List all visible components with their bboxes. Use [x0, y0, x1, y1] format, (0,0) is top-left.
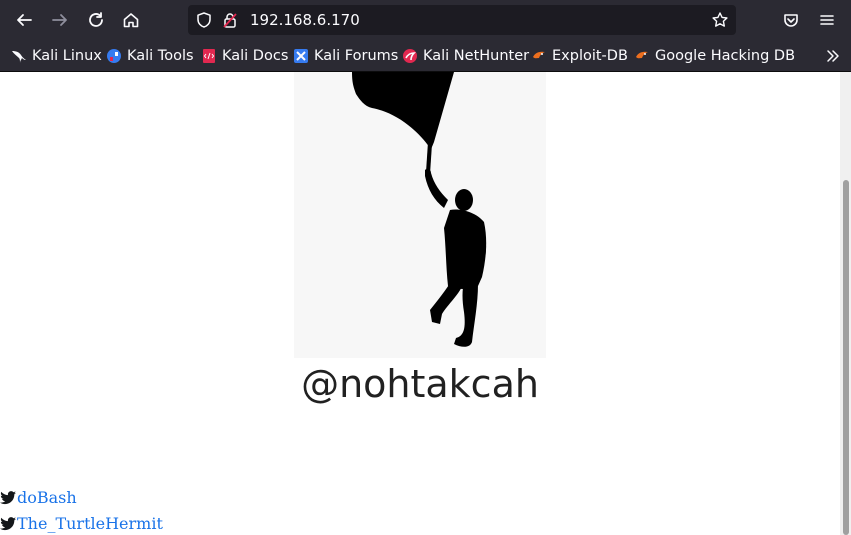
twitter-link[interactable]: doBash	[17, 488, 77, 507]
kali-dragon-icon	[11, 48, 27, 64]
pocket-button[interactable]	[776, 5, 806, 35]
bookmarks-toolbar: Kali Linux Kali Tools Kali Docs Kali For…	[0, 41, 851, 72]
page-content: @nohtakcah doBash The_TurtleHermit	[0, 72, 840, 535]
nethunter-icon	[402, 48, 418, 64]
shield-icon[interactable]	[194, 10, 214, 30]
menu-button[interactable]	[812, 5, 842, 35]
bookmark-label: Exploit-DB	[552, 48, 628, 64]
scrollbar-thumb[interactable]	[843, 180, 849, 535]
exploit-db-icon	[531, 48, 547, 64]
back-button[interactable]	[9, 5, 39, 35]
kali-tools-icon	[106, 48, 122, 64]
bookmark-kali-docs[interactable]: Kali Docs	[201, 45, 288, 67]
bookmark-google-hacking-db[interactable]: Google Hacking DB	[634, 45, 795, 67]
twitter-handle-heading: @nohtakcah	[301, 362, 539, 406]
bookmark-exploit-db[interactable]: Exploit-DB	[531, 45, 628, 67]
bookmark-label: Kali Tools	[127, 48, 194, 64]
twitter-link[interactable]: The_TurtleHermit	[17, 514, 163, 533]
bookmark-kali-forums[interactable]: Kali Forums	[293, 45, 398, 67]
bookmark-label: Google Hacking DB	[655, 48, 796, 64]
kali-docs-icon	[201, 48, 217, 64]
bookmark-kali-nethunter[interactable]: Kali NetHunter	[402, 45, 529, 67]
pocket-icon	[784, 14, 798, 27]
bookmark-kali-linux[interactable]: Kali Linux	[11, 45, 102, 67]
home-icon	[123, 13, 139, 28]
menu-icon	[820, 15, 834, 25]
forward-icon	[52, 14, 67, 26]
insecure-lock-icon[interactable]	[220, 10, 240, 30]
url-bar[interactable]: 192.168.6.170	[188, 5, 736, 35]
twitter-bird-icon	[0, 490, 17, 506]
more-bookmarks-button[interactable]	[823, 46, 843, 66]
home-button[interactable]	[116, 5, 146, 35]
kali-forums-icon	[293, 48, 309, 64]
bookmark-label: Kali Forums	[314, 48, 399, 64]
google-hacking-db-icon	[634, 48, 650, 64]
browser-toolbar: 192.168.6.170	[0, 0, 851, 41]
bookmark-kali-tools[interactable]: Kali Tools	[106, 45, 194, 67]
forward-button[interactable]	[45, 5, 75, 35]
url-text[interactable]: 192.168.6.170	[250, 5, 360, 35]
twitter-link-item: doBash	[0, 488, 77, 507]
flag-silhouette-image	[294, 72, 546, 358]
bookmark-label: Kali Docs	[222, 48, 289, 64]
twitter-bird-icon	[0, 516, 17, 532]
reload-button[interactable]	[81, 5, 111, 35]
chevron-double-right-icon	[827, 50, 839, 62]
bookmark-label: Kali NetHunter	[423, 48, 530, 64]
bookmark-label: Kali Linux	[32, 48, 102, 64]
back-icon	[17, 14, 32, 26]
twitter-link-item: The_TurtleHermit	[0, 514, 163, 533]
vertical-scrollbar[interactable]	[840, 72, 851, 535]
bookmark-star-icon[interactable]	[710, 10, 730, 30]
reload-icon	[89, 12, 103, 27]
